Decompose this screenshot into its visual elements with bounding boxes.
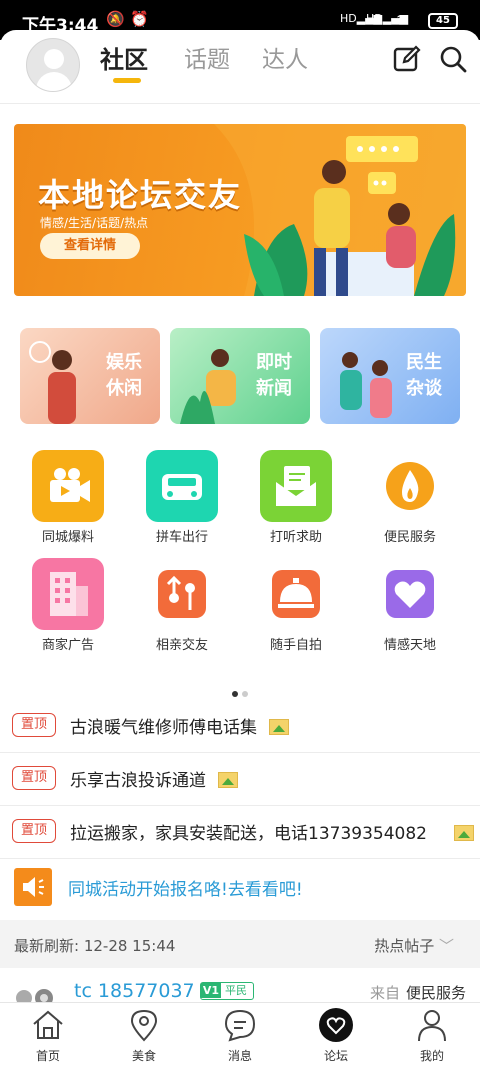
battery-indicator: 45: [428, 13, 458, 29]
grid-label: 便民服务: [383, 530, 436, 545]
heart-icon: [374, 558, 446, 630]
image-icon: [218, 772, 238, 788]
grid-label: 商家广告: [41, 638, 94, 653]
building-icon: [32, 558, 104, 630]
pinned-post[interactable]: 置顶 古浪暖气维修师傅电话集: [0, 700, 480, 753]
chevron-down-icon: ﹀: [438, 937, 454, 955]
banner-title: 本地论坛交友: [38, 176, 243, 214]
sort-dropdown[interactable]: 热点帖子 ﹀: [374, 935, 454, 956]
car-icon: [146, 450, 218, 522]
grid-label: 拼车出行: [155, 530, 208, 545]
grid-label: 打听求助: [269, 530, 322, 545]
cloche-icon: [260, 558, 332, 630]
grid-item-merchant-ads[interactable]: 商家广告: [11, 558, 125, 658]
card-news[interactable]: 即时 新闻: [170, 328, 310, 424]
image-icon: [269, 719, 289, 735]
pinned-tag: 置顶: [12, 819, 56, 843]
pinned-post[interactable]: 置顶 乐享古浪投诉通道: [0, 753, 480, 806]
level-badge: V1 平民: [200, 982, 254, 1000]
card-entertainment-illustration: [29, 341, 76, 424]
grid-item-emotion[interactable]: 情感天地: [353, 558, 467, 658]
grid-item-dating[interactable]: 相亲交友: [125, 558, 239, 658]
post-username[interactable]: tc 18577037: [74, 980, 195, 1002]
notice-text: 同城活动开始报名咯!去看看吧!: [68, 880, 303, 900]
banner-details-button[interactable]: 查看详情: [40, 233, 140, 259]
promo-banner[interactable]: 本地论坛交友 情感/生活/话题/热点 查看详情: [14, 124, 466, 296]
grid-label: 相亲交友: [155, 638, 208, 653]
dating-icon: [146, 558, 218, 630]
card-livelihood-line2: 杂谈: [406, 378, 442, 399]
grid-item-carpool[interactable]: 拼车出行: [125, 450, 239, 550]
top-header: 社区 话题 达人: [0, 30, 480, 104]
nav-home[interactable]: 首页: [0, 1007, 96, 1064]
card-news-line1: 即时: [256, 352, 292, 373]
location-pin-icon: [130, 1009, 158, 1042]
active-tab-indicator: [113, 78, 141, 83]
grid-item-selfie[interactable]: 随手自拍: [239, 558, 353, 658]
compose-icon[interactable]: [392, 44, 422, 74]
card-entertainment[interactable]: 娱乐 休闲: [20, 328, 160, 424]
bottom-nav: 首页 美食 消息 论坛 我的: [0, 1002, 480, 1067]
pinned-title: 乐享古浪投诉通道: [70, 766, 238, 791]
wifi-icon: ≋: [396, 10, 409, 28]
feed-refresh-bar: 最新刷新: 12-28 15:44 热点帖子 ﹀: [0, 920, 480, 968]
pinned-tag: 置顶: [12, 766, 56, 790]
search-icon[interactable]: [438, 44, 468, 74]
alarm-icon: ⏰: [130, 10, 149, 28]
pinned-post[interactable]: 置顶 拉运搬家，家具安装配送，电话13739354082: [0, 806, 480, 859]
nav-profile[interactable]: 我的: [384, 1007, 480, 1064]
card-livelihood-line1: 民生: [406, 352, 442, 373]
pinned-title: 拉运搬家，家具安装配送，电话13739354082: [70, 824, 427, 844]
nav-food[interactable]: 美食: [96, 1007, 192, 1064]
flame-icon: [374, 450, 446, 522]
forum-heart-icon: [319, 1008, 353, 1042]
home-icon: [33, 1010, 63, 1039]
mute-icon: 🔕: [106, 10, 125, 28]
speaker-icon: [14, 868, 52, 906]
carousel-dots: [232, 682, 252, 701]
card-news-line2: 新闻: [256, 378, 292, 399]
card-livelihood-illustration: [340, 352, 392, 418]
tab-topics[interactable]: 话题: [184, 40, 230, 74]
user-avatar: [16, 989, 53, 1004]
envelope-icon: [260, 450, 332, 522]
grid-label: 情感天地: [383, 638, 436, 653]
post-item[interactable]: tc 18577037 V1 平民 来自 便民服务: [0, 968, 480, 1004]
grid-label: 同城爆料: [41, 530, 94, 545]
nav-forum[interactable]: 论坛: [288, 1007, 384, 1064]
card-news-illustration: [180, 349, 236, 424]
card-livelihood[interactable]: 民生 杂谈: [320, 328, 460, 424]
grid-label: 随手自拍: [269, 638, 322, 653]
card-entertainment-line1: 娱乐: [106, 352, 142, 373]
banner-subtitle: 情感/生活/话题/热点: [40, 216, 149, 230]
tab-experts[interactable]: 达人: [262, 40, 308, 74]
video-camera-icon: [32, 450, 104, 522]
pinned-tag: 置顶: [12, 713, 56, 737]
activity-notice[interactable]: 同城活动开始报名咯!去看看吧!: [0, 860, 480, 914]
avatar[interactable]: [26, 38, 80, 92]
tab-community[interactable]: 社区: [100, 40, 148, 75]
refresh-time: 最新刷新: 12-28 15:44: [14, 937, 176, 955]
card-entertainment-line2: 休闲: [106, 378, 142, 399]
grid-item-convenience[interactable]: 便民服务: [353, 450, 467, 550]
grid-item-city-news[interactable]: 同城爆料: [11, 450, 125, 550]
image-icon: [454, 825, 474, 841]
pinned-title: 古浪暖气维修师傅电话集: [70, 713, 289, 738]
grid-item-inquiry[interactable]: 打听求助: [239, 450, 353, 550]
post-source: 来自 便民服务: [369, 984, 466, 1002]
person-icon: [418, 1010, 446, 1042]
nav-messages[interactable]: 消息: [192, 1007, 288, 1064]
chat-bubble-icon: [224, 1009, 256, 1042]
